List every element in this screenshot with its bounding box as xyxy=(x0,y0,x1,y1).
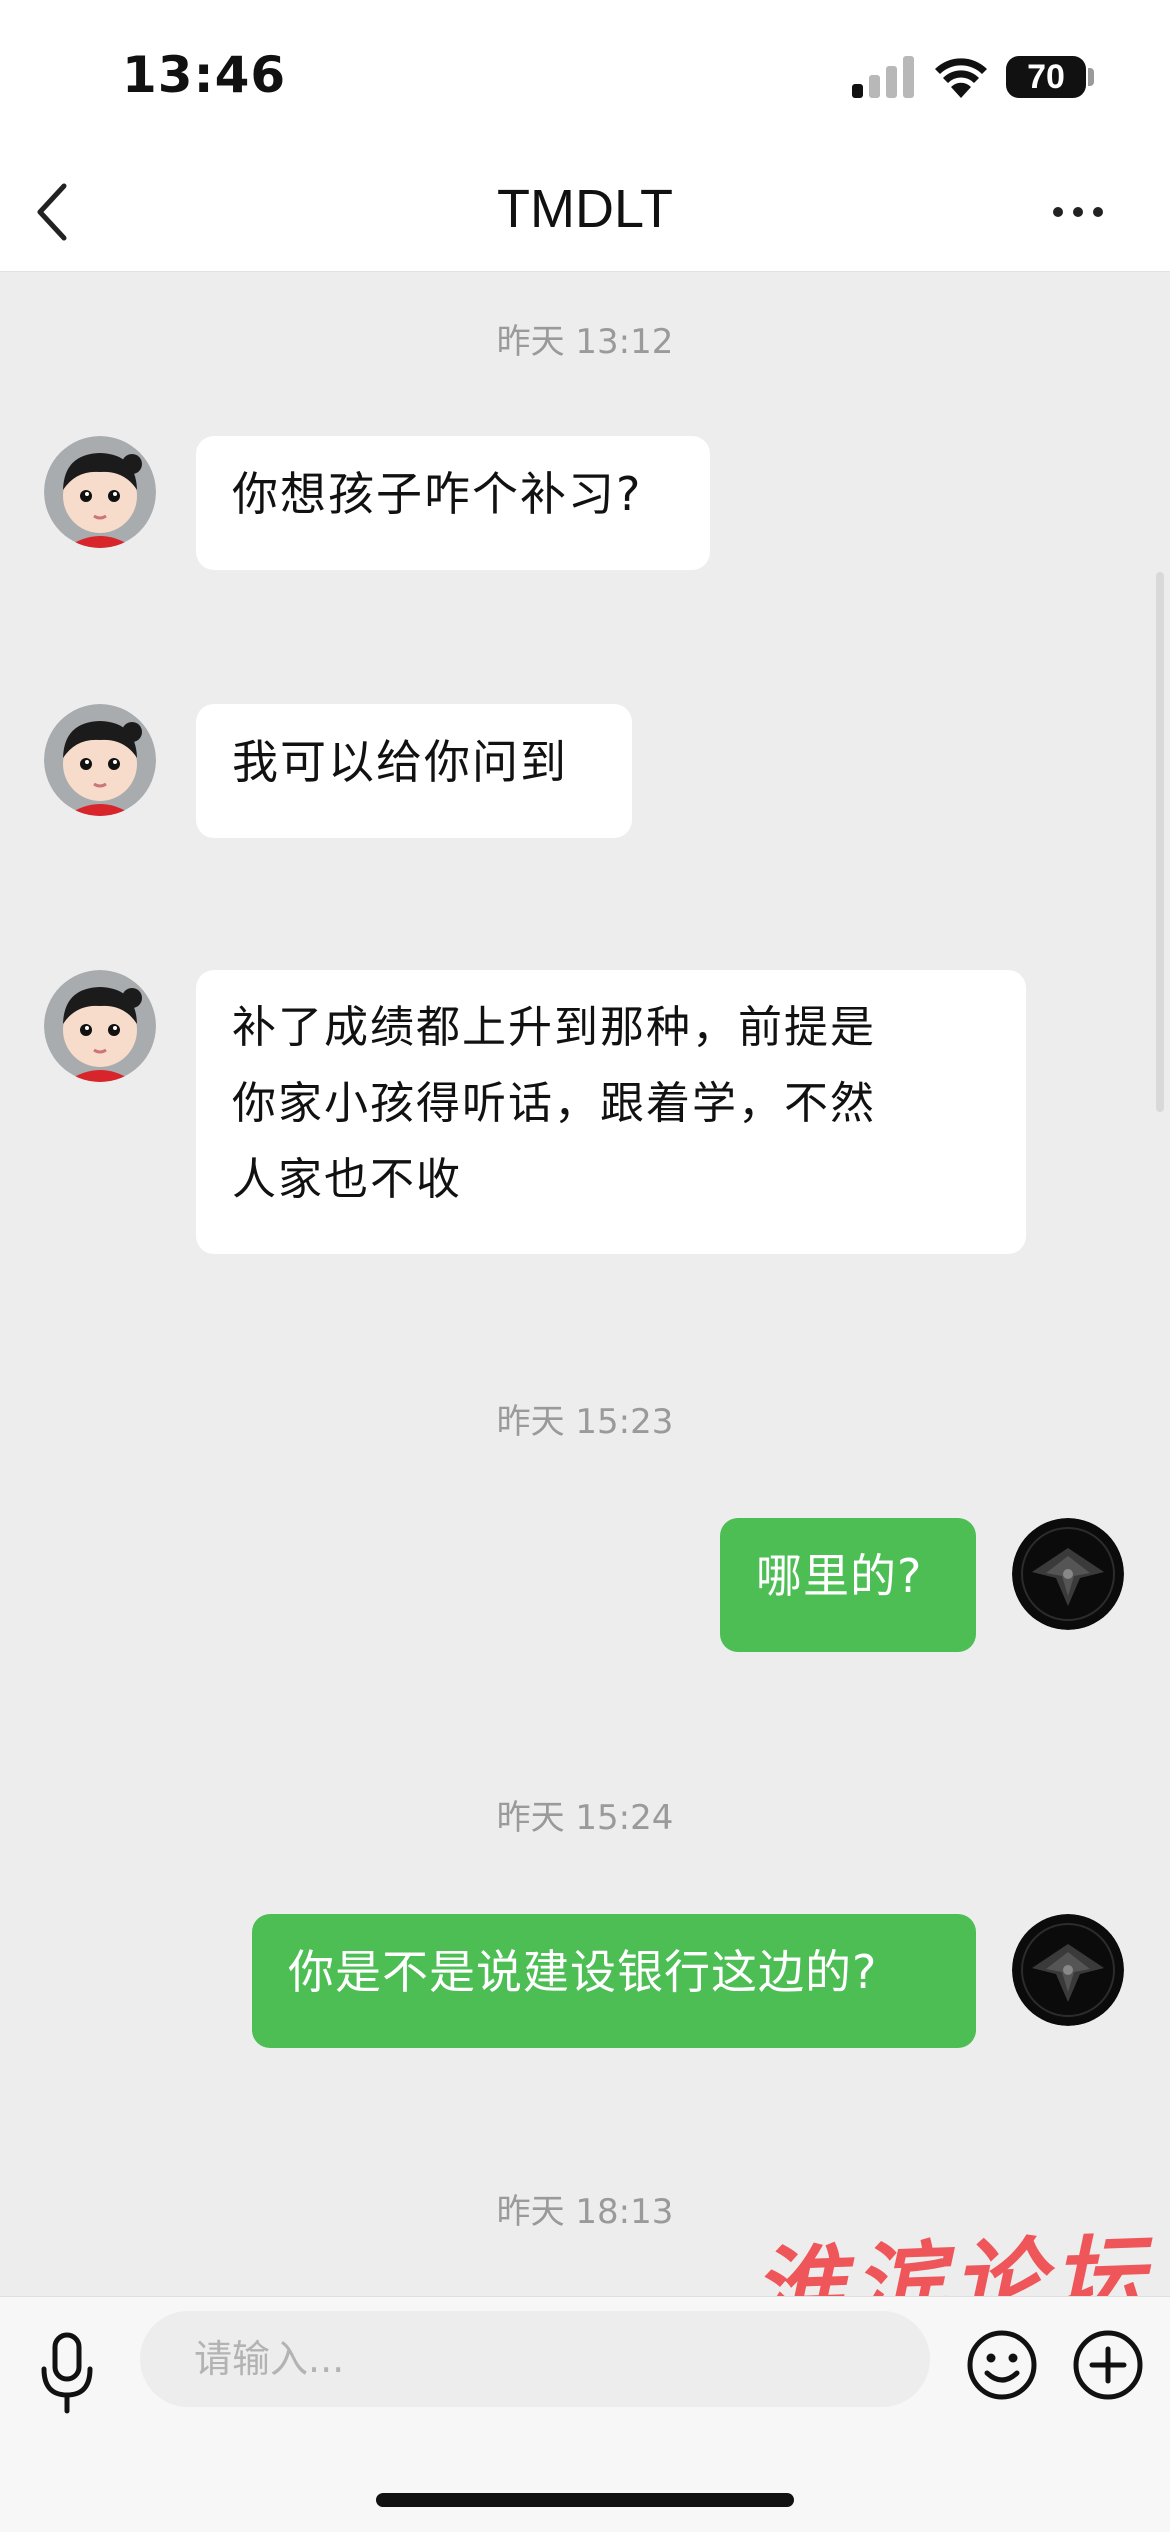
contact-avatar[interactable] xyxy=(44,436,156,548)
wifi-icon xyxy=(935,58,987,98)
home-indicator[interactable] xyxy=(376,2493,794,2507)
microphone-icon[interactable] xyxy=(36,2331,98,2415)
plus-icon[interactable] xyxy=(1072,2329,1144,2401)
message-input[interactable] xyxy=(140,2311,930,2407)
scroll-indicator[interactable] xyxy=(1156,572,1164,1112)
message-bubble-incoming[interactable]: 补了成绩都上升到那种，前提是 你家小孩得听话，跟着学，不然 人家也不收 xyxy=(196,970,1026,1254)
nav-bar: TMDLT xyxy=(0,152,1170,272)
battery-level: 70 xyxy=(1027,57,1065,96)
contact-avatar[interactable] xyxy=(44,970,156,1082)
input-bar xyxy=(0,2296,1170,2532)
battery-cap xyxy=(1088,68,1094,86)
chat-area[interactable]: 昨天 13:12 你想孩子咋个补习? 我可以给你问到 补了成绩都上升到那种，前提… xyxy=(0,272,1170,2296)
emoji-icon[interactable] xyxy=(966,2329,1038,2401)
my-avatar[interactable] xyxy=(1012,1518,1124,1630)
message-bubble-incoming[interactable]: 你想孩子咋个补习? xyxy=(196,436,710,570)
timestamp: 昨天 15:24 xyxy=(496,1798,674,1838)
my-avatar[interactable] xyxy=(1012,1914,1124,2026)
message-bubble-outgoing[interactable]: 你是不是说建设银行这边的? xyxy=(252,1914,976,2048)
timestamp: 昨天 15:23 xyxy=(496,1402,674,1442)
status-time: 13:46 xyxy=(122,46,287,104)
timestamp: 昨天 13:12 xyxy=(496,322,674,362)
message-bubble-outgoing[interactable]: 哪里的? xyxy=(720,1518,976,1652)
message-bubble-incoming[interactable]: 我可以给你问到 xyxy=(196,704,632,838)
cellular-signal-icon xyxy=(852,56,914,98)
status-bar: 13:46 70 xyxy=(0,0,1170,152)
more-dots-icon[interactable] xyxy=(1050,200,1106,224)
battery-icon: 70 xyxy=(1006,56,1086,98)
chat-title: TMDLT xyxy=(497,179,673,239)
contact-avatar[interactable] xyxy=(44,704,156,816)
